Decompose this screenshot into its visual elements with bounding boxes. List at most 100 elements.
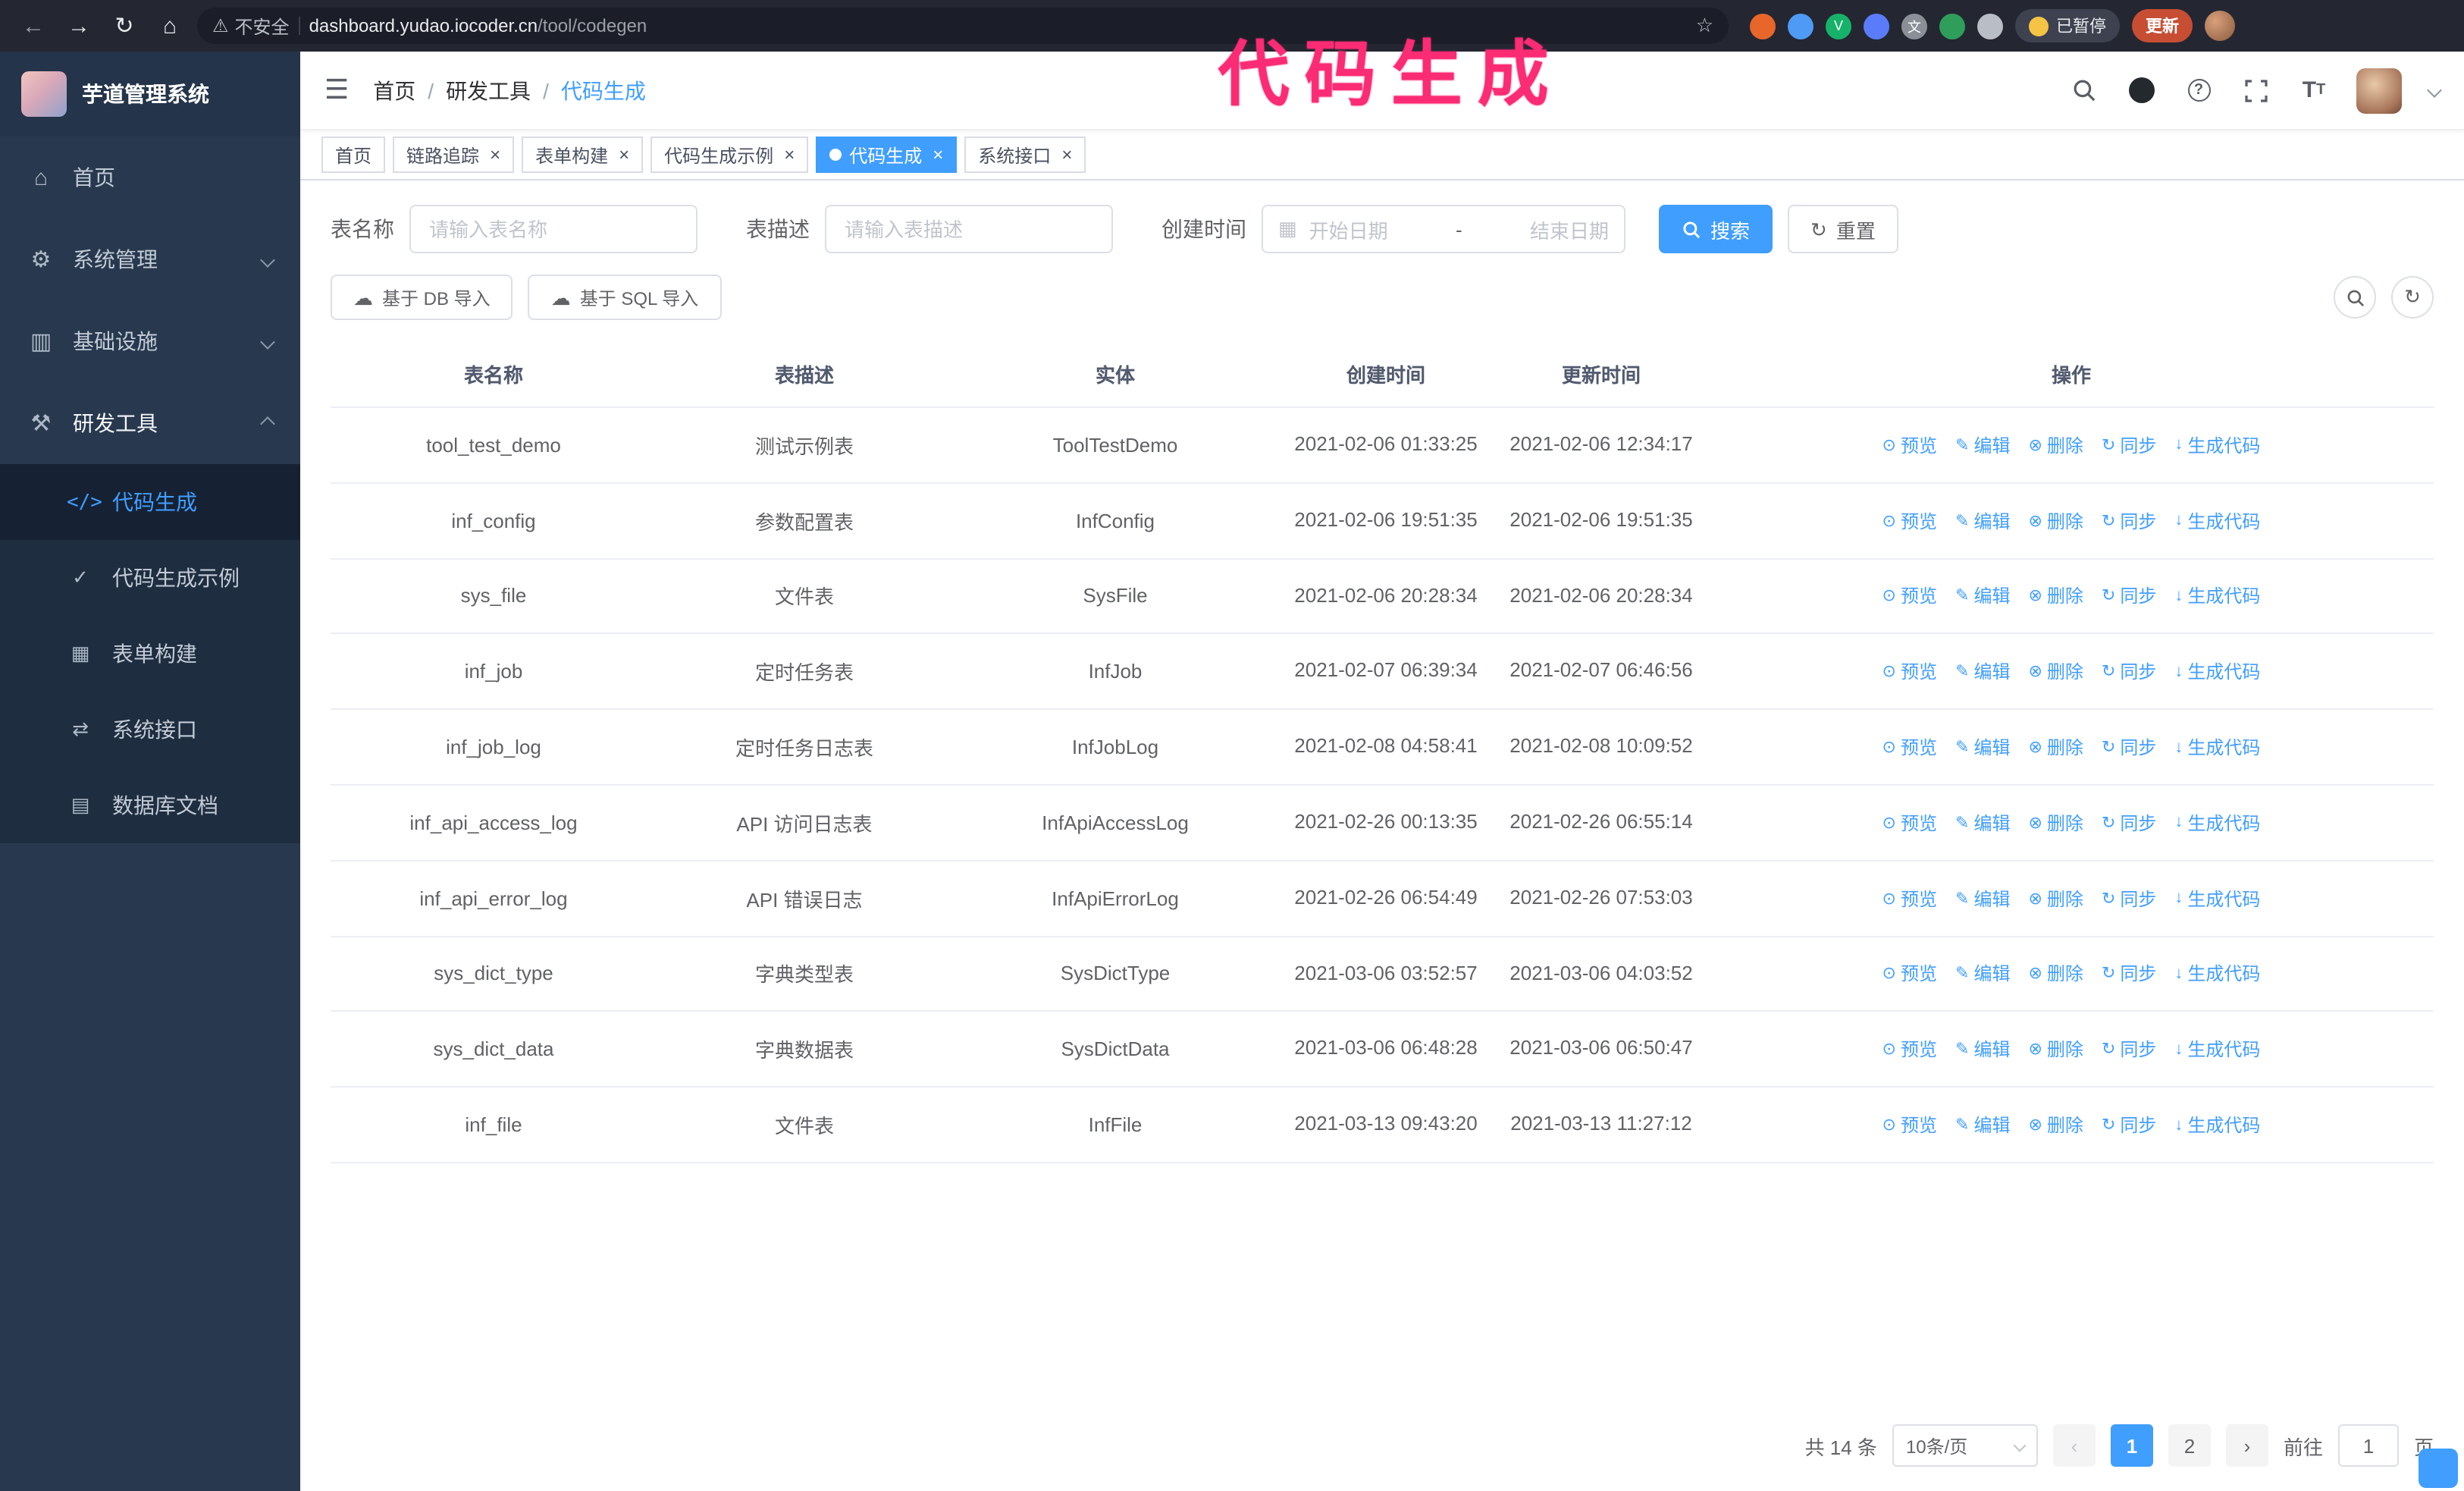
- delete-link[interactable]: ⊗ 删除: [2028, 432, 2083, 458]
- sync-link[interactable]: ↻ 同步: [2102, 583, 2156, 609]
- edit-link[interactable]: ✎ 编辑: [1955, 583, 2010, 609]
- delete-link[interactable]: ⊗ 删除: [2028, 1037, 2083, 1063]
- refresh-table-button[interactable]: ↻: [2391, 276, 2434, 319]
- preview-link[interactable]: ⊙ 预览: [1882, 885, 1937, 911]
- preview-link[interactable]: ⊙ 预览: [1882, 659, 1937, 685]
- preview-link[interactable]: ⊙ 预览: [1882, 507, 1937, 533]
- chrome-update-button[interactable]: 更新: [2132, 9, 2193, 42]
- sync-link[interactable]: ↻ 同步: [2102, 885, 2156, 911]
- edit-link[interactable]: ✎ 编辑: [1955, 659, 2010, 685]
- breadcrumb-home[interactable]: 首页: [373, 75, 415, 105]
- edit-link[interactable]: ✎ 编辑: [1955, 885, 2010, 911]
- sync-link[interactable]: ↻ 同步: [2102, 961, 2156, 987]
- extension-icon-green-v[interactable]: V: [1826, 13, 1851, 39]
- sync-link[interactable]: ↻ 同步: [2102, 507, 2156, 533]
- reset-button[interactable]: ↻ 重置: [1788, 205, 1898, 253]
- page-1-button[interactable]: 1: [2110, 1424, 2153, 1467]
- sidebar-item-dev-tools[interactable]: ⚒ 研发工具: [0, 382, 300, 464]
- edit-link[interactable]: ✎ 编辑: [1955, 432, 2010, 458]
- paused-badge[interactable]: 已暂停: [2015, 9, 2120, 42]
- sidebar-item-form-builder[interactable]: ▦ 表单构建: [0, 616, 300, 692]
- sidebar-item-system-management[interactable]: ⚙ 系统管理: [0, 218, 300, 300]
- extension-icon-translate[interactable]: 文: [1901, 13, 1927, 39]
- tab-code-generation[interactable]: 代码生成 ×: [816, 137, 958, 173]
- tab-close-icon[interactable]: ×: [933, 146, 943, 164]
- tab-close-icon[interactable]: ×: [619, 146, 629, 164]
- next-page-button[interactable]: ›: [2225, 1424, 2268, 1467]
- preview-link[interactable]: ⊙ 预览: [1882, 734, 1937, 760]
- import-sql-button[interactable]: ☁ 基于 SQL 导入: [528, 275, 722, 320]
- delete-link[interactable]: ⊗ 删除: [2028, 885, 2083, 911]
- sync-link[interactable]: ↻ 同步: [2102, 1112, 2156, 1138]
- preview-link[interactable]: ⊙ 预览: [1882, 583, 1937, 609]
- generate-link[interactable]: ↓ 生成代码: [2174, 810, 2260, 836]
- generate-link[interactable]: ↓ 生成代码: [2174, 961, 2260, 987]
- sync-link[interactable]: ↻ 同步: [2102, 810, 2156, 836]
- browser-forward-icon[interactable]: →: [61, 8, 97, 44]
- security-warning[interactable]: ⚠ 不安全: [212, 13, 290, 39]
- edit-link[interactable]: ✎ 编辑: [1955, 734, 2010, 760]
- user-avatar[interactable]: [2356, 67, 2402, 113]
- tab-close-icon[interactable]: ×: [490, 146, 500, 164]
- extension-icon-orange[interactable]: [1750, 13, 1776, 39]
- delete-link[interactable]: ⊗ 删除: [2028, 659, 2083, 685]
- extension-icon-blue-drop[interactable]: [1788, 13, 1814, 39]
- back-to-top-button[interactable]: [2419, 1449, 2458, 1488]
- extension-icon-green-leaf[interactable]: [1939, 13, 1965, 39]
- preview-link[interactable]: ⊙ 预览: [1882, 1037, 1937, 1063]
- tab-system-api[interactable]: 系统接口 ×: [964, 137, 1086, 173]
- preview-link[interactable]: ⊙ 预览: [1882, 810, 1937, 836]
- browser-back-icon[interactable]: ←: [15, 8, 52, 44]
- generate-link[interactable]: ↓ 生成代码: [2174, 734, 2260, 760]
- tab-close-icon[interactable]: ×: [1061, 146, 1072, 164]
- edit-link[interactable]: ✎ 编辑: [1955, 1037, 2010, 1063]
- search-icon[interactable]: [2068, 75, 2099, 105]
- sync-link[interactable]: ↻ 同步: [2102, 734, 2156, 760]
- generate-link[interactable]: ↓ 生成代码: [2174, 432, 2260, 458]
- extension-icon-people[interactable]: [1864, 13, 1889, 39]
- sync-link[interactable]: ↻ 同步: [2102, 659, 2156, 685]
- generate-link[interactable]: ↓ 生成代码: [2174, 507, 2260, 533]
- table-desc-input[interactable]: [825, 205, 1113, 253]
- page-2-button[interactable]: 2: [2168, 1424, 2211, 1467]
- search-button[interactable]: 搜索: [1659, 205, 1773, 253]
- goto-page-input[interactable]: [2337, 1424, 2399, 1467]
- generate-link[interactable]: ↓ 生成代码: [2174, 1037, 2260, 1063]
- preview-link[interactable]: ⊙ 预览: [1882, 961, 1937, 987]
- toggle-search-button[interactable]: [2334, 276, 2376, 319]
- edit-link[interactable]: ✎ 编辑: [1955, 507, 2010, 533]
- preview-link[interactable]: ⊙ 预览: [1882, 1112, 1937, 1138]
- sidebar-item-codegen-example[interactable]: ✓ 代码生成示例: [0, 540, 300, 616]
- delete-link[interactable]: ⊗ 删除: [2028, 810, 2083, 836]
- sidebar-item-database-doc[interactable]: ▤ 数据库文档: [0, 767, 300, 843]
- table-name-input[interactable]: [409, 205, 698, 253]
- sidebar-item-system-api[interactable]: ⇄ 系统接口: [0, 692, 300, 767]
- tab-close-icon[interactable]: ×: [784, 146, 795, 164]
- hamburger-icon[interactable]: ☰: [324, 74, 349, 106]
- date-range-picker[interactable]: ▦ 开始日期 - 结束日期: [1262, 205, 1625, 253]
- fullscreen-icon[interactable]: [2241, 75, 2271, 105]
- font-size-icon[interactable]: TT: [2299, 75, 2329, 105]
- generate-link[interactable]: ↓ 生成代码: [2174, 885, 2260, 911]
- generate-link[interactable]: ↓ 生成代码: [2174, 659, 2260, 685]
- tab-tracing[interactable]: 链路追踪 ×: [393, 137, 515, 173]
- delete-link[interactable]: ⊗ 删除: [2028, 1112, 2083, 1138]
- preview-link[interactable]: ⊙ 预览: [1882, 432, 1937, 458]
- browser-home-icon[interactable]: ⌂: [152, 8, 188, 44]
- avatar-caret-icon[interactable]: [2427, 83, 2442, 98]
- generate-link[interactable]: ↓ 生成代码: [2174, 1112, 2260, 1138]
- generate-link[interactable]: ↓ 生成代码: [2174, 583, 2260, 609]
- tab-home[interactable]: 首页: [321, 137, 386, 173]
- help-icon[interactable]: ?: [2183, 75, 2214, 105]
- breadcrumb-dev-tools[interactable]: 研发工具: [446, 75, 531, 105]
- bookmark-star-icon[interactable]: ☆: [1696, 14, 1713, 38]
- sidebar-item-infrastructure[interactable]: ▥ 基础设施: [0, 300, 300, 382]
- extensions-puzzle-icon[interactable]: [1977, 13, 2003, 39]
- import-db-button[interactable]: ☁ 基于 DB 导入: [331, 275, 513, 320]
- delete-link[interactable]: ⊗ 删除: [2028, 507, 2083, 533]
- page-size-select[interactable]: 10条/页: [1892, 1424, 2038, 1467]
- sidebar-item-home[interactable]: ⌂ 首页: [0, 137, 300, 218]
- sync-link[interactable]: ↻ 同步: [2102, 1037, 2156, 1063]
- github-icon[interactable]: [2126, 75, 2156, 105]
- browser-profile-avatar[interactable]: [2205, 11, 2235, 41]
